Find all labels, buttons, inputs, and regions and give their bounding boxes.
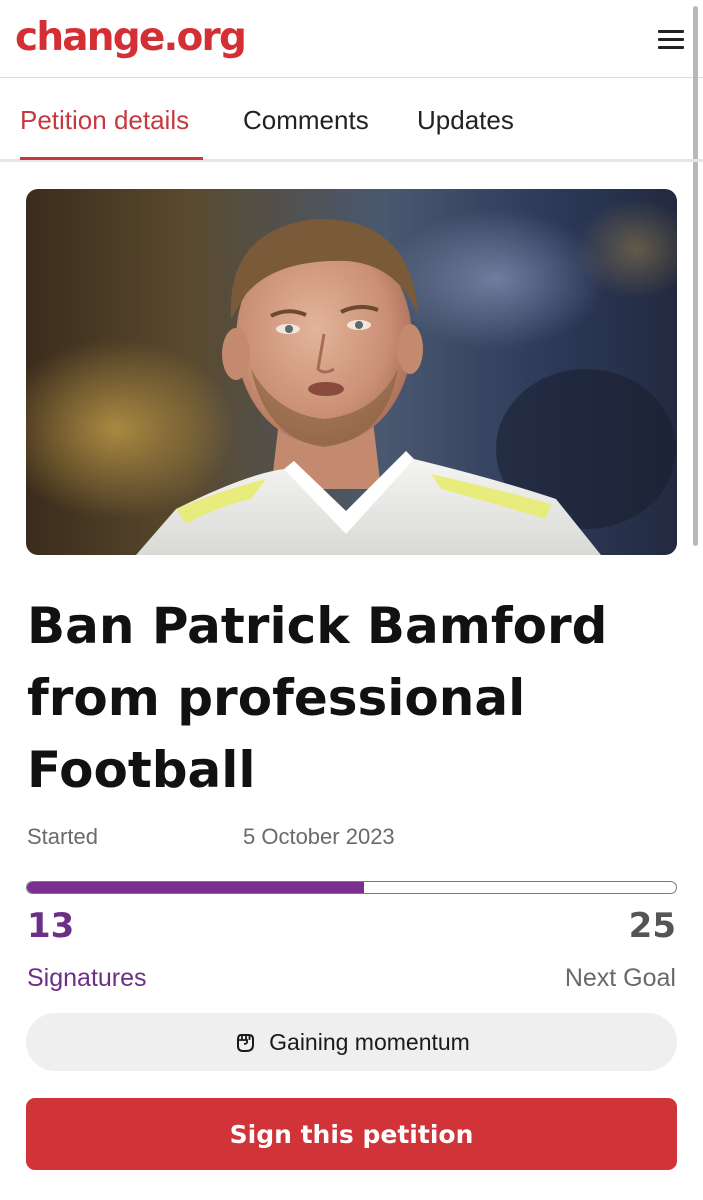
momentum-text: Gaining momentum <box>269 1028 470 1055</box>
signature-progress-fill <box>27 882 365 893</box>
signature-count: 13 <box>27 906 75 946</box>
sign-petition-label: Sign this petition <box>229 1119 474 1149</box>
signatures-label: Signatures <box>27 964 147 992</box>
change-org-logo[interactable]: change.org <box>15 14 247 62</box>
menu-line <box>658 46 684 49</box>
active-tab-indicator <box>20 157 203 160</box>
tab-comments[interactable]: Comments <box>243 104 369 136</box>
hamburger-menu-icon[interactable] <box>658 30 686 52</box>
next-goal-count: 25 <box>628 906 676 946</box>
petition-photo <box>26 189 677 555</box>
petition-title: Ban Patrick Bamford from professional Fo… <box>27 597 608 799</box>
started-date: 5 October 2023 <box>243 824 395 849</box>
tab-updates[interactable]: Updates <box>417 104 514 136</box>
momentum-badge: Gaining momentum <box>26 1013 677 1071</box>
menu-line <box>658 38 684 41</box>
tab-petition-details[interactable]: Petition details <box>20 104 189 136</box>
sign-petition-button[interactable]: Sign this petition <box>26 1098 677 1170</box>
top-bar: change.org <box>0 0 703 78</box>
tab-bar: Petition details Comments Updates <box>0 78 703 162</box>
next-goal-label: Next Goal <box>564 964 676 992</box>
raised-fist-icon <box>237 1034 255 1052</box>
petition-image <box>26 189 677 555</box>
menu-line <box>658 30 684 33</box>
signature-progress-bar <box>26 881 677 894</box>
started-label: Started <box>27 824 98 849</box>
